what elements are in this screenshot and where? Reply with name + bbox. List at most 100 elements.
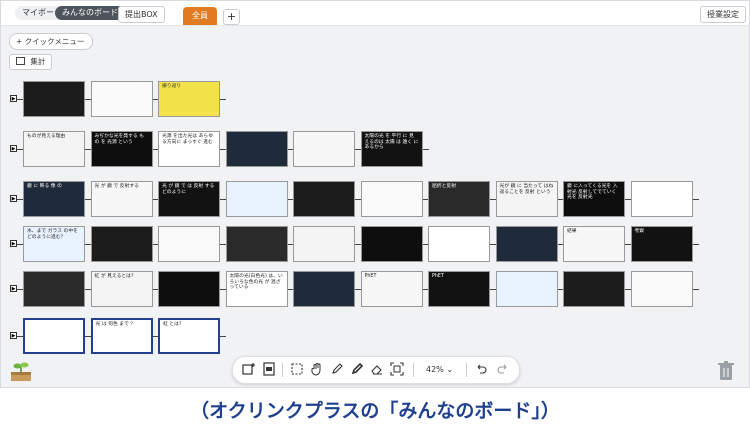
card-tag-icon [50, 318, 58, 319]
tab-all[interactable]: 全員 [183, 7, 217, 25]
board-card[interactable]: 結果 [563, 226, 625, 262]
board-card[interactable] [23, 81, 85, 117]
card-text: 光源 を出た光は あらゆる方向に まっすぐ 進む [162, 134, 214, 145]
board-card[interactable]: 太陽の光 を 平行 に 見えるのは 太陽 は 遠く にあるから [360, 131, 423, 167]
board-card[interactable] [563, 271, 625, 307]
card-text: 虹 が 見えるとは？ [94, 274, 136, 279]
undo-icon[interactable] [473, 362, 489, 378]
board-card[interactable]: 振り返り [158, 81, 220, 117]
row-play-icon[interactable]: ▶ [10, 95, 17, 102]
card-text: 光 は 何色 まで ？ [95, 322, 136, 327]
add-card-icon[interactable] [241, 362, 257, 378]
board-card[interactable]: 光 が 鏡 で は 反射 する どのように [158, 181, 220, 217]
row-play-icon[interactable]: ▶ [10, 332, 17, 339]
board-card[interactable] [90, 81, 153, 117]
pen-icon[interactable] [329, 362, 345, 378]
card-text: 太陽の光 を 平行 に 見えるのは 太陽 は 遠く にあるから [364, 134, 419, 151]
board-card[interactable] [23, 318, 85, 354]
row-play-icon[interactable]: ▶ [10, 285, 17, 292]
board-card[interactable] [23, 271, 85, 307]
board-card[interactable]: 鏡 に 映る 像 の [23, 181, 85, 217]
board-card[interactable]: 光 は 何色 まで ？ [90, 318, 153, 354]
card-text: 水、まで ガラス の中を どのように進む？ [27, 229, 78, 240]
bottom-toolbar: 42% ⌄ [232, 356, 520, 384]
board-card[interactable] [158, 226, 220, 262]
board-card[interactable]: みぢかな光を発する もの を 光源 という [90, 131, 153, 167]
row-play-icon[interactable]: ▶ [10, 145, 17, 152]
board-card[interactable] [225, 131, 288, 167]
redo-icon[interactable] [495, 362, 511, 378]
row-play-icon[interactable]: ▶ [10, 195, 17, 202]
board-card[interactable] [158, 271, 220, 307]
board-card[interactable]: 光 が 鏡 で 反射する [90, 181, 153, 217]
card-text: 太陽の光(白色光) は、いろいろな色の光 が 混ざっている [229, 274, 283, 291]
board-card[interactable]: PhET [360, 271, 423, 307]
card-tag-icon [185, 318, 193, 319]
fit-screen-icon[interactable] [389, 362, 405, 378]
board-card[interactable]: 屈折と反射 [428, 181, 490, 217]
pdf-import-icon[interactable] [261, 362, 277, 378]
board-card[interactable] [495, 226, 558, 262]
marker-icon[interactable] [349, 362, 365, 378]
board-card[interactable] [495, 271, 558, 307]
card-text: 光が 鏡 に 当たって はね返ることを 反射 という [499, 184, 554, 195]
board-card[interactable]: 虹 とは？ [158, 318, 220, 354]
board-card[interactable] [293, 131, 355, 167]
card-text: 光 が 鏡 で は 反射 する どのように [162, 184, 215, 195]
toolbar-divider [282, 363, 283, 377]
card-text: 光 が 鏡 で 反射する [94, 184, 139, 189]
board-card[interactable]: 光が 鏡 に 当たって はね返ることを 反射 という [495, 181, 558, 217]
card-text: 鏡 に 映る 像 の [27, 184, 62, 189]
board-card[interactable]: 鏡 に入ってくる光を 入射光 反射してでていく光を 反射光 [563, 181, 625, 217]
card-text: 振り返り [162, 84, 182, 89]
board-card[interactable]: PhET [428, 271, 490, 307]
card-text: 考察 [634, 229, 645, 234]
hand-pan-icon[interactable] [309, 362, 325, 378]
card-tag-icon [118, 318, 126, 319]
everyone-board-button[interactable]: みんなのボード [55, 6, 125, 20]
card-text: 屈折と反射 [432, 184, 456, 189]
sprout-logo-icon [9, 360, 33, 382]
board-card[interactable] [428, 226, 490, 262]
card-text: ものが見える理由 [27, 134, 66, 139]
card-text: PhET [364, 274, 377, 279]
card-text: みぢかな光を発する もの を 光源 という [94, 134, 145, 145]
caption: （オクリンクプラスの「みんなのボード」） [190, 400, 560, 422]
board-card[interactable] [225, 226, 288, 262]
class-settings-button[interactable]: 授業設定 [700, 6, 746, 23]
card-text: 鏡 に入ってくる光を 入射光 反射してでていく光を 反射光 [567, 184, 618, 201]
eraser-icon[interactable] [369, 362, 385, 378]
board-card[interactable]: 水、まで ガラス の中を どのように進む？ [23, 226, 85, 262]
board-card[interactable]: 虹 が 見えるとは？ [90, 271, 153, 307]
top-bar: マイボード みんなのボード 提出BOX 全員 + 授業設定 [1, 1, 749, 26]
board-card[interactable] [360, 181, 423, 217]
app-window: マイボード みんなのボード 提出BOX 全員 + 授業設定 + クイックメニュー… [0, 0, 750, 388]
zoom-level: 42% [426, 365, 444, 374]
add-tab-button[interactable]: + [223, 9, 240, 25]
board-card[interactable] [630, 271, 693, 307]
select-area-icon[interactable] [289, 362, 305, 378]
board-card[interactable] [293, 181, 355, 217]
board-card[interactable] [90, 226, 153, 262]
board-card[interactable] [360, 226, 423, 262]
zoom-select[interactable]: 42% ⌄ [426, 363, 453, 377]
board-card[interactable]: 太陽の光(白色光) は、いろいろな色の光 が 混ざっている [225, 271, 288, 307]
quick-menu-button[interactable]: + クイックメニュー [9, 33, 94, 50]
row-play-icon[interactable]: ▶ [10, 240, 17, 247]
board-card[interactable]: ものが見える理由 [23, 131, 85, 167]
card-text: PhET [432, 274, 444, 279]
board-card[interactable]: 考察 [630, 226, 693, 262]
submit-box-button[interactable]: 提出BOX [118, 6, 165, 23]
trash-icon[interactable] [716, 360, 736, 382]
card-text: 結果 [567, 229, 577, 234]
board-card[interactable] [225, 181, 288, 217]
board-card[interactable] [630, 181, 693, 217]
card-text: 虹 とは？ [163, 322, 184, 327]
board-card[interactable]: 光源 を出た光は あらゆる方向に まっすぐ 進む [158, 131, 220, 167]
tally-button[interactable]: 集計 [9, 54, 53, 70]
toolbar-divider [413, 363, 414, 377]
tally-label: 集計 [30, 57, 46, 66]
tally-icon [16, 57, 25, 65]
board-card[interactable] [293, 271, 355, 307]
board-card[interactable] [293, 226, 355, 262]
